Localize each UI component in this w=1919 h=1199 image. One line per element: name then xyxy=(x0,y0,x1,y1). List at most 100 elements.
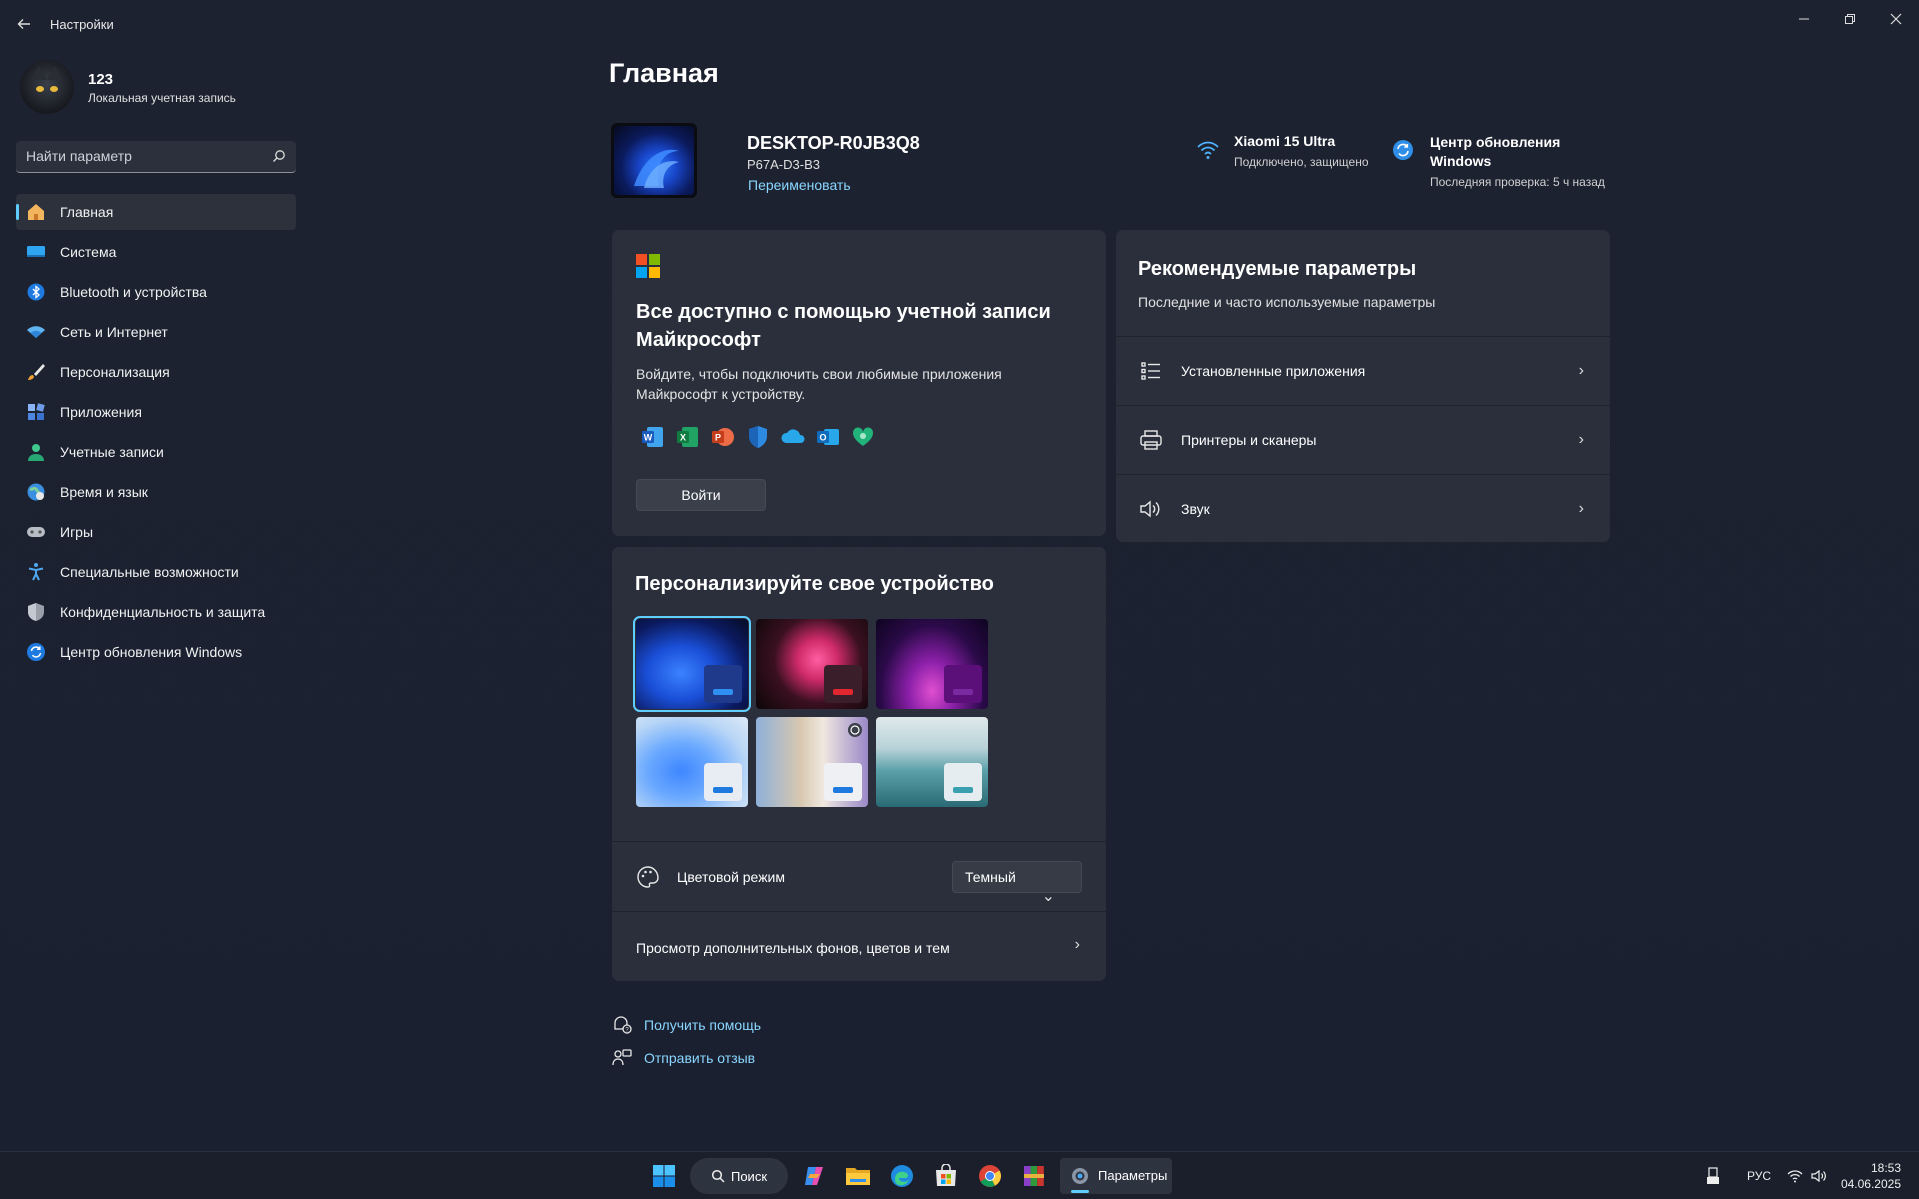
search-icon xyxy=(711,1169,725,1183)
sidebar-item-home[interactable]: Главная xyxy=(16,194,296,230)
wifi-status: Подключено, защищено xyxy=(1234,155,1369,169)
edge-icon xyxy=(891,1165,913,1187)
restore-icon xyxy=(1845,14,1855,24)
windows-update-title[interactable]: Центр обновления Windows xyxy=(1430,133,1570,171)
recommended-item-sound[interactable]: Звук › xyxy=(1116,474,1610,542)
taskbar-search[interactable]: Поиск xyxy=(690,1158,788,1194)
clock-time: 18:53 xyxy=(1870,1161,1901,1175)
excel-icon: X xyxy=(675,424,701,450)
usb-icon[interactable] xyxy=(1706,1152,1720,1199)
search-box[interactable] xyxy=(16,141,296,173)
device-model: P67A-D3-B3 xyxy=(747,157,820,172)
wifi-network-name[interactable]: Xiaomi 15 Ultra xyxy=(1234,133,1335,149)
settings-taskbar-button[interactable]: Параметры xyxy=(1060,1158,1172,1194)
theme-bloom-light[interactable] xyxy=(636,717,748,807)
copilot-taskbar-button[interactable] xyxy=(796,1158,832,1194)
microsoft-account-card: Все доступно с помощью учетной записи Ма… xyxy=(612,230,1106,536)
defender-icon xyxy=(745,424,771,450)
more-themes-row[interactable]: Просмотр дополнительных фонов, цветов и … xyxy=(612,911,1106,981)
word-icon: W xyxy=(640,424,666,450)
sidebar-item-time-language[interactable]: Время и язык xyxy=(16,474,296,510)
windows-update-icon xyxy=(1393,140,1413,160)
title-bar: Настройки xyxy=(0,0,1919,46)
account-type: Локальная учетная запись xyxy=(88,91,236,105)
recommended-title: Рекомендуемые параметры xyxy=(1138,258,1417,280)
sidebar-item-windows-update[interactable]: Центр обновления Windows xyxy=(16,634,296,670)
color-mode-label: Цветовой режим xyxy=(677,869,786,885)
sidebar-item-gaming[interactable]: Игры xyxy=(16,514,296,550)
palette-icon xyxy=(637,866,659,888)
recommended-item-installed-apps[interactable]: Установленные приложения › xyxy=(1116,336,1610,404)
sidebar-item-network[interactable]: Сеть и Интернет xyxy=(16,314,296,350)
file-explorer-taskbar-button[interactable] xyxy=(840,1158,876,1194)
sidebar-item-system[interactable]: Система xyxy=(16,234,296,270)
windows-start-icon xyxy=(653,1165,675,1187)
accessibility-icon xyxy=(26,562,46,582)
start-button[interactable] xyxy=(646,1158,682,1194)
user-name: 123 xyxy=(88,71,114,88)
get-help-link[interactable]: ? Получить помощь xyxy=(612,1015,761,1035)
more-themes-label: Просмотр дополнительных фонов, цветов и … xyxy=(636,940,950,956)
send-feedback-link[interactable]: Отправить отзыв xyxy=(612,1048,755,1068)
sidebar-item-accounts[interactable]: Учетные записи xyxy=(16,434,296,470)
search-icon xyxy=(273,150,285,162)
device-name: DESKTOP-R0JB3Q8 xyxy=(747,133,920,153)
chevron-right-icon: › xyxy=(1578,430,1584,448)
svg-text:W: W xyxy=(644,433,653,443)
color-mode-dropdown[interactable]: Темный ⌄ xyxy=(952,861,1082,905)
theme-spotlight[interactable] xyxy=(756,717,868,807)
powerpoint-icon: P xyxy=(710,424,736,450)
gear-icon xyxy=(1072,1168,1088,1184)
onedrive-icon xyxy=(780,424,806,450)
back-button[interactable] xyxy=(12,12,36,36)
recommended-item-printers[interactable]: Принтеры и сканеры › xyxy=(1116,405,1610,473)
search-input[interactable] xyxy=(26,141,266,171)
apps-icon xyxy=(26,402,46,422)
close-button[interactable] xyxy=(1874,4,1918,34)
language-indicator[interactable]: РУС xyxy=(1747,1152,1771,1199)
chrome-taskbar-button[interactable] xyxy=(972,1158,1008,1194)
archive-icon xyxy=(1024,1166,1044,1186)
printer-icon xyxy=(1140,429,1162,451)
microsoft-logo-icon xyxy=(636,254,660,278)
system-icon xyxy=(26,242,46,262)
theme-flower[interactable] xyxy=(756,619,868,709)
svg-text:X: X xyxy=(680,433,686,443)
tray-wifi-icon[interactable] xyxy=(1787,1152,1803,1199)
personalize-title: Персонализируйте свое устройство xyxy=(635,573,994,595)
recommended-settings-card: Рекомендуемые параметры Последние и част… xyxy=(1116,230,1610,542)
sidebar-item-apps[interactable]: Приложения xyxy=(16,394,296,430)
home-icon xyxy=(26,202,46,222)
sidebar-item-bluetooth[interactable]: Bluetooth и устройства xyxy=(16,274,296,310)
winrar-taskbar-button[interactable] xyxy=(1016,1158,1052,1194)
restore-button[interactable] xyxy=(1828,4,1872,34)
chrome-icon xyxy=(979,1165,1001,1187)
chevron-right-icon: › xyxy=(1578,361,1584,379)
edge-taskbar-button[interactable] xyxy=(884,1158,920,1194)
avatar[interactable] xyxy=(20,60,74,114)
store-taskbar-button[interactable] xyxy=(928,1158,964,1194)
taskbar-clock[interactable]: 18:53 04.06.2025 xyxy=(1841,1160,1901,1192)
app-title: Настройки xyxy=(50,17,114,32)
wifi-icon xyxy=(1197,141,1219,159)
rename-link[interactable]: Переименовать xyxy=(748,177,851,193)
theme-lake[interactable] xyxy=(876,717,988,807)
bluetooth-icon xyxy=(26,282,46,302)
color-mode-row: Цветовой режим Темный ⌄ xyxy=(612,841,1106,911)
feedback-icon xyxy=(612,1048,632,1068)
theme-glow[interactable] xyxy=(876,619,988,709)
theme-bloom-dark[interactable] xyxy=(633,616,751,712)
sidebar-item-accessibility[interactable]: Специальные возможности xyxy=(16,554,296,590)
folder-icon xyxy=(846,1168,870,1185)
minimize-button[interactable] xyxy=(1782,4,1826,34)
sidebar-item-privacy[interactable]: Конфиденциальность и защита xyxy=(16,594,296,630)
device-wallpaper-thumbnail xyxy=(611,123,697,198)
outlook-icon: O xyxy=(815,424,841,450)
network-icon xyxy=(26,322,46,342)
speaker-icon xyxy=(1140,498,1162,520)
sign-in-button[interactable]: Войти xyxy=(636,479,766,511)
tray-volume-icon[interactable] xyxy=(1811,1152,1827,1199)
sidebar-item-personalization[interactable]: Персонализация xyxy=(16,354,296,390)
gamepad-icon xyxy=(26,522,46,542)
time-language-icon xyxy=(26,482,46,502)
